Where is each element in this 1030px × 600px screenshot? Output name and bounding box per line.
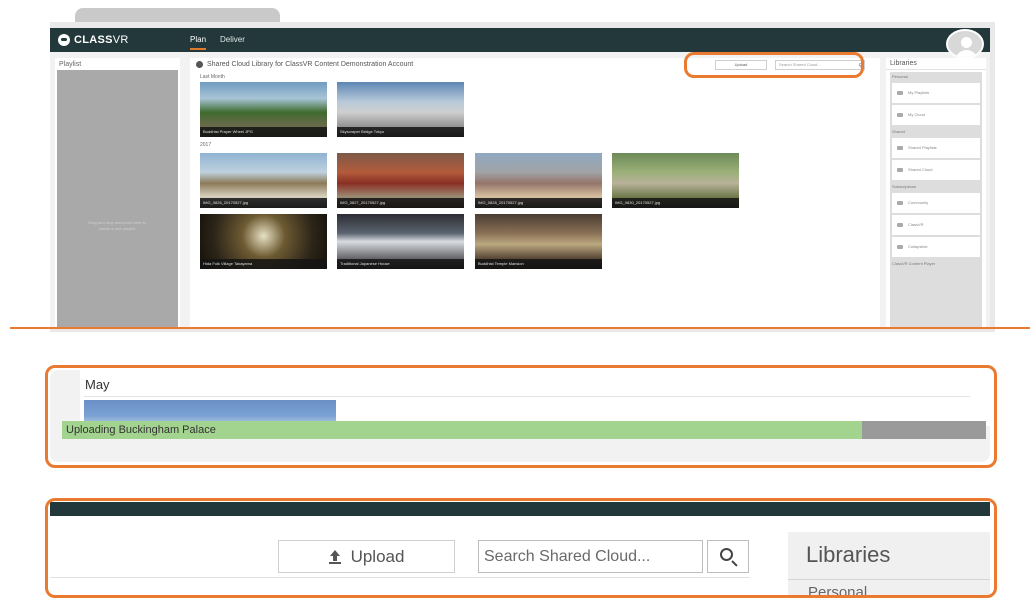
search-icon <box>720 548 733 561</box>
libraries-subscriptions-heading: Subscriptions <box>892 184 917 189</box>
zoom-libraries-rule <box>788 579 990 580</box>
upload-button-small[interactable]: Upload <box>715 60 767 70</box>
libraries-title: Libraries <box>886 58 986 70</box>
playlist-panel: Playlist Drag and drop resources here to… <box>55 58 180 328</box>
library-item-caption: Buddhist Prayer Wheel JPG <box>200 127 327 137</box>
search-icon-small[interactable]: ⚲ <box>858 62 862 70</box>
tab-plan[interactable]: Plan <box>190 28 207 52</box>
libraries-personal-heading: Personal <box>892 74 908 79</box>
tutorial-screenshot: CLASSVR Plan Deliver Playlist Drag and d… <box>0 0 1030 600</box>
upload-button[interactable]: Upload <box>278 540 455 573</box>
classvr-logo[interactable]: CLASSVR <box>58 33 129 47</box>
playlist-drop-zone[interactable]: Drag and drop resources here to create a… <box>57 70 178 328</box>
library-item[interactable]: IMG_0830_20170527.jpg <box>612 153 739 208</box>
library-item-caption: Skyscraper Bridge Tokyo <box>337 127 464 137</box>
upload-progress-bar: Uploading Buckingham Palace <box>62 421 986 439</box>
upload-icon <box>328 549 341 564</box>
logo-text-class: CLASS <box>74 34 113 46</box>
tab-deliver[interactable]: Deliver <box>220 28 245 52</box>
zoom-libraries-title: Libraries <box>806 542 891 567</box>
library-item-caption: Buddhist Temple Mansion <box>475 259 602 269</box>
library-item-caption: IMG_0828_20170527.jpg <box>475 198 602 208</box>
library-shared-cloud[interactable]: Shared Cloud <box>892 160 980 180</box>
top-bar: CLASSVR Plan Deliver <box>50 28 990 52</box>
library-header: Shared Cloud Library for ClassVR Content… <box>196 61 413 68</box>
library-item[interactable]: Hida Folk Village Takayama <box>200 214 327 269</box>
section-may: May <box>85 377 110 392</box>
cloud-icon <box>196 61 203 68</box>
search-input-small-placeholder: Search Shared Cloud... <box>779 62 821 67</box>
upload-button-label: Upload <box>350 546 405 566</box>
library-item[interactable]: IMG_0826_20170527.jpg <box>200 153 327 208</box>
zoom-toolbar: Upload Libraries Personal <box>50 502 990 598</box>
library-item-caption: IMG_0826_20170527.jpg <box>200 198 327 208</box>
libraries-list: Personal My Playlists My Cloud Shared Sh… <box>890 72 982 328</box>
section-divider <box>10 327 1030 329</box>
zoom-toolbar-rule <box>50 577 750 578</box>
user-avatar[interactable] <box>946 29 984 59</box>
zoom-libraries-personal: Personal <box>808 584 868 598</box>
search-input-small[interactable]: Search Shared Cloud... ⚲ <box>775 60 865 70</box>
library-item[interactable]: Buddhist Prayer Wheel JPG <box>200 82 327 137</box>
library-item-caption: Hida Folk Village Takayama <box>200 259 327 269</box>
classvr-logo-icon <box>58 34 70 46</box>
library-item[interactable]: IMG_0828_20170527.jpg <box>475 153 602 208</box>
library-title: Shared Cloud Library for ClassVR Content… <box>207 61 414 68</box>
section-2017: 2017 <box>200 142 212 148</box>
library-community[interactable]: Community <box>892 193 980 213</box>
classvr-app: CLASSVR Plan Deliver Playlist Drag and d… <box>50 28 990 328</box>
zoom-upload-progress: May <box>50 370 990 462</box>
logo-text-vr: VR <box>112 34 129 46</box>
library-item[interactable]: IMG_0827_20170527.jpg <box>337 153 464 208</box>
libraries-footer: ClassVR Content Player <box>892 261 936 266</box>
search-button[interactable] <box>707 540 749 573</box>
search-input[interactable] <box>478 540 703 573</box>
playlist-hint: Drag and drop resources here to create a… <box>88 220 146 231</box>
section-last-month: Last Month <box>200 74 225 80</box>
library-classvr[interactable]: ClassVR <box>892 215 980 235</box>
library-item[interactable]: Buddhist Temple Mansion <box>475 214 602 269</box>
shared-cloud-library: Shared Cloud Library for ClassVR Content… <box>190 58 880 328</box>
library-item-caption: IMG_0830_20170527.jpg <box>612 198 739 208</box>
zoom-top-bar <box>50 502 990 516</box>
library-collapsible[interactable]: Collapsible <box>892 237 980 257</box>
library-shared-playlists[interactable]: Shared Playlists <box>892 138 980 158</box>
library-item-caption: Traditional Japanese House <box>337 259 464 269</box>
library-my-cloud[interactable]: My Cloud <box>892 105 980 125</box>
libraries-panel: Libraries Personal My Playlists My Cloud… <box>886 58 986 328</box>
libraries-shared-heading: Shared <box>892 129 905 134</box>
upload-button-small-label: Upload <box>734 62 748 67</box>
library-my-playlists[interactable]: My Playlists <box>892 83 980 103</box>
zoom-libraries-panel: Libraries Personal <box>788 532 990 598</box>
section-rule <box>84 396 970 397</box>
library-item[interactable]: Skyscraper Bridge Tokyo <box>337 82 464 137</box>
library-item-caption: IMG_0827_20170527.jpg <box>337 198 464 208</box>
upload-progress-label: Uploading Buckingham Palace <box>66 424 216 436</box>
library-item[interactable]: Traditional Japanese House <box>337 214 464 269</box>
zoom-upload-library: May <box>80 370 990 426</box>
top-nav: Plan Deliver <box>190 28 245 52</box>
